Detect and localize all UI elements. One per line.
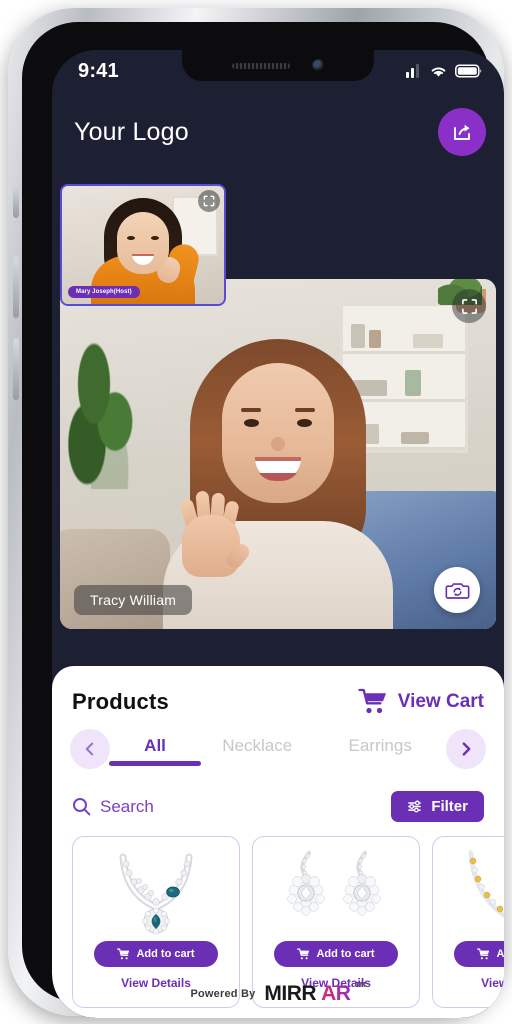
- view-cart-button[interactable]: View Cart: [358, 688, 484, 715]
- video-call-area: Tracy William Mary Joseph(Host): [52, 166, 504, 666]
- pip-participant-name-chip: Mary Joseph(Host): [68, 286, 140, 298]
- screenshot-root: 9:41 Your Logo Tracy William Mary Joseph…: [0, 0, 512, 1024]
- chevron-right-icon: [462, 742, 471, 756]
- eye-right: [297, 419, 312, 427]
- camera-flip-button[interactable]: [434, 567, 480, 613]
- brand-name-first: MIRR: [264, 982, 317, 1005]
- search-input[interactable]: Search: [72, 797, 154, 817]
- powered-by-footer: Powered By MIRR AR TM: [52, 982, 504, 1006]
- main-focus-button[interactable]: [452, 289, 486, 323]
- shelf-object: [401, 432, 429, 444]
- search-filter-row: Search Filter: [70, 791, 486, 822]
- nose: [271, 437, 285, 451]
- filter-label: Filter: [431, 798, 468, 815]
- filter-button[interactable]: Filter: [391, 791, 484, 822]
- search-icon: [73, 798, 91, 816]
- tab-necklace[interactable]: Necklace: [222, 736, 292, 762]
- pip-eye-left: [127, 236, 135, 240]
- status-icon-group: [404, 64, 482, 78]
- brand-name-second: AR: [318, 982, 353, 1006]
- tabs-prev-button[interactable]: [70, 729, 110, 769]
- pip-face: [117, 212, 169, 274]
- diamond-earrings-icon: [287, 851, 381, 916]
- diamond-necklace-icon: [119, 853, 193, 935]
- search-placeholder: Search: [100, 796, 154, 816]
- shopping-cart-icon: [358, 688, 386, 714]
- cart-icon: [477, 948, 490, 960]
- main-video-tile[interactable]: Tracy William: [60, 279, 496, 629]
- gold-necklace-icon: [468, 850, 504, 918]
- add-to-cart-label: Add to cart: [316, 948, 375, 960]
- shelf-object: [405, 370, 421, 396]
- share-button[interactable]: [438, 108, 486, 156]
- add-to-cart-label: Add to cart: [136, 948, 195, 960]
- brand-logo: MIRR AR TM: [264, 982, 365, 1006]
- tab-all[interactable]: All: [144, 736, 166, 762]
- focus-frame-icon: [461, 298, 477, 314]
- mouth: [255, 457, 301, 481]
- phone-screen: 9:41 Your Logo Tracy William Mary Joseph…: [52, 50, 504, 1018]
- shelf-object: [413, 334, 443, 348]
- category-tabs: All Necklace Earrings: [110, 736, 446, 762]
- volume-up-button[interactable]: [13, 256, 19, 318]
- signal-icon: [406, 64, 419, 78]
- camera-flip-icon: [445, 582, 469, 599]
- eyebrow-left: [241, 408, 261, 412]
- battery-icon: [455, 64, 482, 78]
- participant-figure: [158, 329, 398, 629]
- tab-earrings[interactable]: Earrings: [349, 736, 412, 762]
- front-camera-icon: [311, 59, 325, 72]
- chevron-left-icon: [85, 742, 94, 756]
- plant-left: [66, 339, 136, 489]
- filter-sliders-icon: [408, 800, 422, 813]
- add-to-cart-button[interactable]: Add to cart: [454, 941, 504, 967]
- share-icon: [454, 124, 470, 140]
- app-header: Your Logo: [52, 98, 504, 166]
- products-header: Products View Cart: [70, 682, 486, 715]
- pip-video-tile[interactable]: Mary Joseph(Host): [60, 184, 226, 306]
- pip-eye-right: [151, 236, 159, 240]
- phone-frame: 9:41 Your Logo Tracy William Mary Joseph…: [8, 8, 504, 1018]
- phone-bezel: 9:41 Your Logo Tracy William Mary Joseph…: [22, 22, 504, 1018]
- notch: [182, 50, 374, 81]
- wifi-icon: [431, 67, 446, 77]
- trademark-symbol: TM: [355, 982, 366, 989]
- product-image-earrings: [261, 845, 411, 937]
- pip-focus-button[interactable]: [198, 190, 220, 212]
- category-tabs-row: All Necklace Earrings: [70, 729, 486, 769]
- add-to-cart-button[interactable]: Add to cart: [274, 941, 398, 967]
- cart-icon: [297, 948, 310, 960]
- cart-icon: [117, 948, 130, 960]
- page-title: Products: [72, 688, 169, 714]
- waving-hand: [176, 487, 253, 577]
- products-sheet: Products View Cart All Necklace Earrings…: [52, 666, 504, 1018]
- face: [222, 363, 334, 503]
- product-image-gold-necklace: [441, 845, 504, 937]
- view-cart-label: View Cart: [397, 690, 484, 712]
- powered-by-label: Powered By: [190, 988, 256, 1000]
- app-logo-text: Your Logo: [74, 117, 189, 146]
- pip-mouth: [132, 254, 154, 265]
- eyebrow-right: [295, 408, 315, 412]
- focus-frame-icon: [203, 195, 215, 207]
- product-image-necklace: [81, 845, 231, 937]
- earpiece-speaker: [231, 62, 290, 69]
- status-time: 9:41: [78, 59, 119, 82]
- tabs-next-button[interactable]: [446, 729, 486, 769]
- mute-switch[interactable]: [13, 184, 19, 218]
- eye-left: [244, 419, 259, 427]
- add-to-cart-button[interactable]: Add to cart: [94, 941, 218, 967]
- participant-name-chip: Tracy William: [74, 585, 193, 615]
- volume-down-button[interactable]: [13, 338, 19, 400]
- add-to-cart-label: Add to cart: [496, 948, 504, 960]
